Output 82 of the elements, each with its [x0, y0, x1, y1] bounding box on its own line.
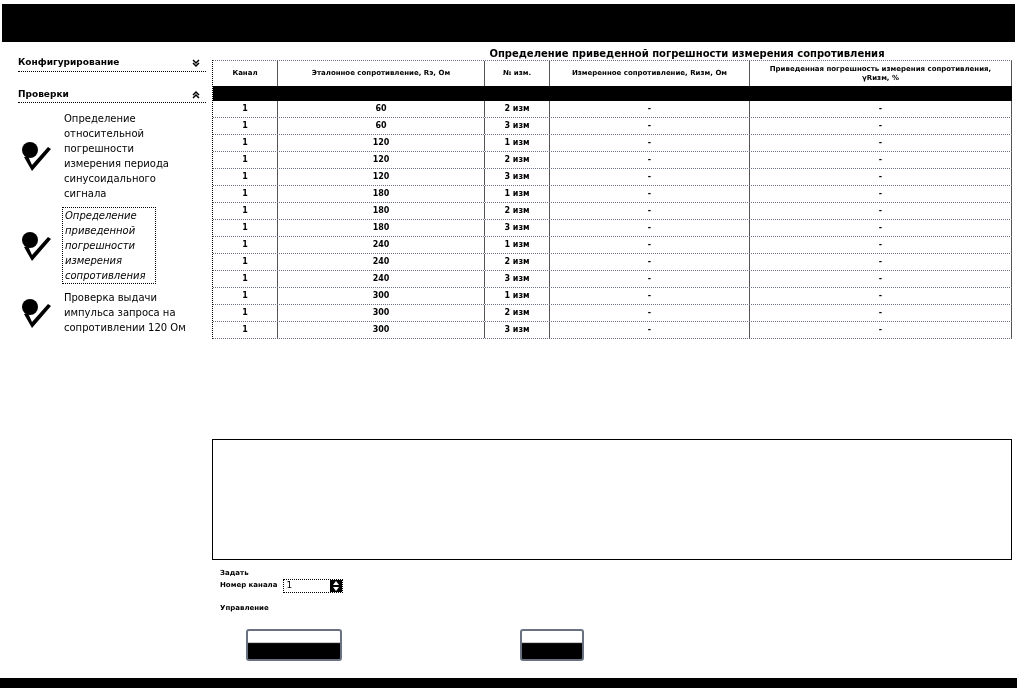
table-cell: -	[550, 220, 750, 236]
table-cell: -	[750, 220, 1012, 236]
table-cell: 1	[213, 305, 278, 321]
action-button[interactable]	[520, 629, 584, 661]
table-cell: 1 изм	[485, 186, 550, 202]
table-cell: 1	[213, 254, 278, 270]
table-cell: -	[750, 322, 1012, 338]
section-header[interactable]: Конфигурирование	[18, 56, 206, 72]
table-cell: 1	[213, 271, 278, 287]
table-cell: -	[550, 203, 750, 219]
table-cell: 2 изм	[485, 152, 550, 168]
table-cell: -	[550, 135, 750, 151]
table-cell: 2 изм	[485, 203, 550, 219]
table-cell: -	[750, 101, 1012, 117]
table-cell: -	[750, 288, 1012, 304]
table-cell: 2 изм	[485, 101, 550, 117]
table-cell: 300	[278, 322, 485, 338]
table-cell: 1 изм	[485, 135, 550, 151]
table-title: Определение приведенной погрешности измерения сопротивления	[488, 48, 886, 60]
table-cell: 2 изм	[485, 305, 550, 321]
table-cell: 3 изм	[485, 220, 550, 236]
table-cell: -	[750, 271, 1012, 287]
table-cell: 120	[278, 169, 485, 185]
table-cell: 240	[278, 237, 485, 253]
sidebar-item[interactable]: Определение относительной погрешности измерения периода синусоидального сигнала	[62, 111, 190, 201]
expand-icon[interactable]	[192, 57, 200, 68]
table-cell: -	[750, 186, 1012, 202]
table-cell: 1	[213, 186, 278, 202]
table-cell: -	[550, 152, 750, 168]
table-cell: 3 изм	[485, 118, 550, 134]
table-cell: -	[550, 101, 750, 117]
table-cell: 1	[213, 237, 278, 253]
table-cell: 60	[278, 101, 485, 117]
spin-arrows-icon[interactable]	[330, 579, 343, 592]
table-cell: -	[550, 169, 750, 185]
collapse-icon[interactable]	[192, 89, 200, 100]
table-cell: 1	[213, 288, 278, 304]
table-cell: -	[550, 288, 750, 304]
table-cell: 1	[213, 152, 278, 168]
table-cell: 120	[278, 135, 485, 151]
table-cell: 1	[213, 118, 278, 134]
table-cell: -	[750, 203, 1012, 219]
table-cell: -	[550, 271, 750, 287]
table-cell: 300	[278, 305, 485, 321]
action-button[interactable]	[246, 629, 342, 661]
table-cell: -	[550, 305, 750, 321]
channel-spinbox[interactable]: 1	[283, 578, 344, 593]
table-cell: -	[750, 254, 1012, 270]
table-cell: -	[750, 169, 1012, 185]
sidebar-item[interactable]: Определение приведенной погрешности измерения сопротивления	[62, 207, 156, 284]
table-cell: -	[750, 237, 1012, 253]
table-cell: 60	[278, 118, 485, 134]
table-cell: -	[550, 254, 750, 270]
table-cell: -	[550, 118, 750, 134]
table-cell: 3 изм	[485, 322, 550, 338]
section-header[interactable]: Проверки	[18, 87, 206, 103]
table-cell: 1	[213, 203, 278, 219]
table-cell: 180	[278, 203, 485, 219]
table-cell: 180	[278, 220, 485, 236]
table-cell: -	[550, 237, 750, 253]
table-cell: 2 изм	[485, 254, 550, 270]
table-cell: -	[750, 118, 1012, 134]
table-cell: -	[750, 305, 1012, 321]
table-cell: 1	[213, 322, 278, 338]
table-cell: 240	[278, 254, 485, 270]
table-cell: 120	[278, 152, 485, 168]
table-cell: 240	[278, 271, 485, 287]
sidebar-item[interactable]: Проверка выдачи импульса запроса на сопротивлении 120 Ом	[62, 290, 190, 335]
table-cell: 1 изм	[485, 237, 550, 253]
table-cell: 1	[213, 135, 278, 151]
table-cell: -	[550, 186, 750, 202]
table-cell: 1	[213, 220, 278, 236]
table-cell: -	[750, 135, 1012, 151]
table-cell: 180	[278, 186, 485, 202]
table-cell: -	[550, 322, 750, 338]
table-cell: 1 изм	[485, 288, 550, 304]
table-cell: 300	[278, 288, 485, 304]
table-cell: -	[750, 152, 1012, 168]
table-cell: 1	[213, 101, 278, 117]
table-cell: 1	[213, 169, 278, 185]
table-cell: 3 изм	[485, 271, 550, 287]
table-cell: 3 изм	[485, 169, 550, 185]
